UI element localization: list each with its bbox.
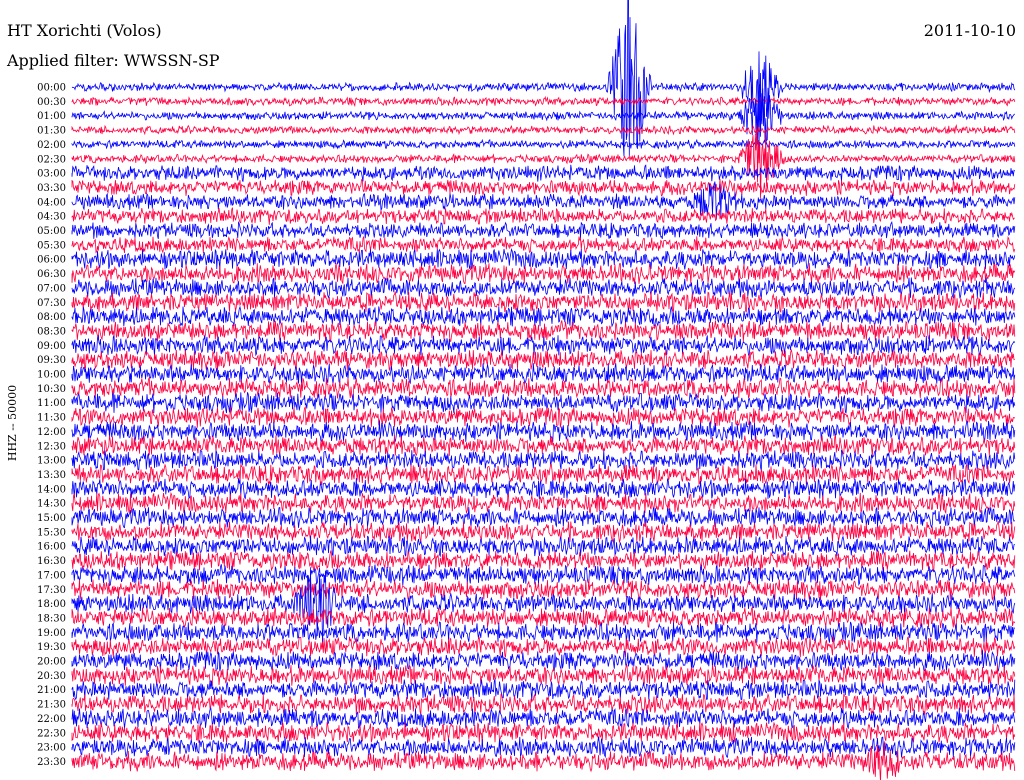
row-tick-label: 09:30 [37, 355, 66, 366]
row-tick-label: 04:00 [37, 197, 66, 208]
row-tick-label: 21:30 [37, 700, 66, 711]
row-tick-label: 19:30 [37, 642, 66, 653]
row-tick-label: 07:30 [37, 298, 66, 309]
row-tick-label: 14:30 [37, 499, 66, 510]
seismogram-chart: 00:00 00:30 01:00 01:30 02:00 02:30 03:00 03:30… [0, 0, 1024, 780]
row-tick-label: 04:30 [37, 212, 66, 223]
row-tick-label: 13:00 [37, 456, 66, 467]
row-tick-label: 07:00 [37, 283, 66, 294]
row-tick-label: 21:00 [37, 685, 66, 696]
row-tick-label: 06:00 [37, 255, 66, 266]
filter-label: Applied filter: WWSSN-SP [6, 51, 220, 70]
row-tick-label: 14:00 [37, 484, 66, 495]
row-tick-label: 15:00 [37, 513, 66, 524]
row-tick-label: 05:30 [37, 240, 66, 251]
row-tick-label: 08:30 [37, 326, 66, 337]
row-tick-label: 16:30 [37, 556, 66, 567]
row-tick-label: 22:30 [37, 728, 66, 739]
row-tick-label: 22:00 [37, 714, 66, 725]
row-tick-label: 08:00 [37, 312, 66, 323]
row-tick-label: 03:30 [37, 183, 66, 194]
row-tick-label: 05:00 [37, 226, 66, 237]
y-axis-label: HHZ -- 50000 [6, 385, 19, 461]
row-tick-label: 23:30 [37, 757, 66, 768]
row-tick-label: 11:00 [37, 398, 66, 409]
row-tick-label: 10:00 [37, 370, 66, 381]
row-tick-label: 17:30 [37, 585, 66, 596]
row-tick-label: 11:30 [37, 413, 66, 424]
row-tick-label: 20:30 [37, 671, 66, 682]
row-tick-label: 03:00 [37, 169, 66, 180]
row-tick-label: 18:00 [37, 599, 66, 610]
row-tick-label: 13:30 [37, 470, 66, 481]
row-tick-label: 15:30 [37, 527, 66, 538]
row-tick-label: 09:00 [37, 341, 66, 352]
row-tick-label: 17:00 [37, 570, 66, 581]
row-tick-label: 02:30 [37, 154, 66, 165]
row-tick-label: 00:00 [37, 83, 66, 94]
row-tick-label: 18:30 [37, 613, 66, 624]
row-tick-label: 01:00 [37, 111, 66, 122]
row-tick-label: 10:30 [37, 384, 66, 395]
row-tick-label: 19:00 [37, 628, 66, 639]
row-tick-label: 20:00 [37, 657, 66, 668]
row-tick-label: 00:30 [37, 97, 66, 108]
row-tick-label: 16:00 [37, 542, 66, 553]
row-tick-label: 06:30 [37, 269, 66, 280]
row-tick-label: 01:30 [37, 126, 66, 137]
row-tick-label: 12:30 [37, 441, 66, 452]
station-title: HT Xorichti (Volos) [7, 21, 162, 40]
row-tick-label: 23:00 [37, 743, 66, 754]
row-tick-label: 12:00 [37, 427, 66, 438]
row-tick-label: 02:00 [37, 140, 66, 151]
chart-date: 2011-10-10 [924, 21, 1016, 40]
